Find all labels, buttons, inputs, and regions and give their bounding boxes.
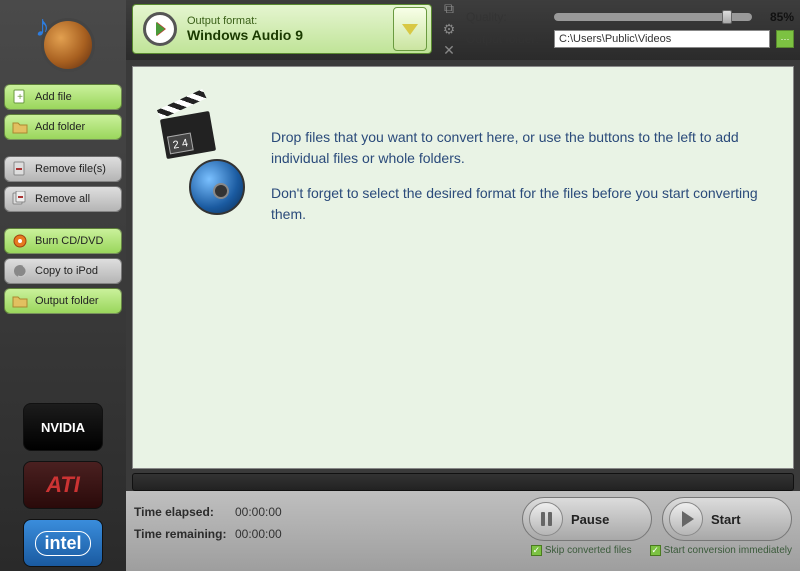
format-value: Windows Audio 9 [187,27,303,43]
pause-icon [529,502,563,536]
pause-button-label: Pause [571,512,609,527]
sidebar-item-label: Remove file(s) [35,163,106,175]
checkbox-label: Start conversion immediately [664,545,792,556]
file-drop-area[interactable]: 2 4 Drop files that you want to convert … [132,66,794,469]
pause-button[interactable]: Pause [522,497,652,541]
folder-icon [11,292,29,310]
time-remaining-label: Time remaining: [134,527,229,541]
format-icon [143,12,177,46]
checkbox-checked-icon: ✓ [531,545,542,556]
sidebar-item-label: Copy to iPod [35,265,98,277]
top-toolbar: Output format: Windows Audio 9 ⧉ ⚙ ✕ Qua… [126,0,800,60]
time-elapsed-value: 00:00:00 [235,505,282,519]
drop-illustration-icon: 2 4 [163,125,253,215]
close-tool-icon[interactable]: ✕ [443,42,455,59]
add-file-icon: + [11,88,29,106]
checkbox-label: Skip converted files [545,545,632,556]
drop-instructions: Drop files that you want to convert here… [271,107,763,239]
sidebar-item-label: Add folder [35,121,85,133]
burn-cd-button[interactable]: Burn CD/DVD [4,228,122,254]
checkbox-checked-icon: ✓ [650,545,661,556]
ati-badge: ATI [23,461,103,509]
start-button-label: Start [711,512,741,527]
progress-bar [132,473,794,491]
remove-all-button[interactable]: Remove all [4,186,122,212]
skip-converted-checkbox[interactable]: ✓ Skip converted files [531,545,632,556]
slider-thumb[interactable] [722,10,732,24]
add-file-button[interactable]: + Add file [4,84,122,110]
badge-label: intel [35,531,90,556]
output-format-selector[interactable]: Output format: Windows Audio 9 [132,4,432,54]
app-logo: ♪ [31,8,95,72]
remove-file-icon [11,160,29,178]
start-immediately-checkbox[interactable]: ✓ Start conversion immediately [650,545,792,556]
add-folder-button[interactable]: Add folder [4,114,122,140]
time-elapsed-label: Time elapsed: [134,505,229,519]
intel-badge: intel [23,519,103,567]
remove-files-button[interactable]: Remove file(s) [4,156,122,182]
chevron-down-icon [402,24,418,35]
settings-gear-icon[interactable]: ⚙ [443,21,456,38]
ipod-icon [11,262,29,280]
remove-all-icon [11,190,29,208]
output-folder-label: Output folder: [466,32,548,46]
quality-slider[interactable] [554,13,752,21]
sidebar-item-label: Remove all [35,193,90,205]
sidebar-item-label: Burn CD/DVD [35,235,103,247]
format-label: Output format: [187,15,303,27]
start-button[interactable]: Start [662,497,792,541]
add-folder-icon [11,118,29,136]
badge-label: NVIDIA [41,420,85,435]
quality-percent: 85% [758,10,794,24]
quality-label: Quality: [466,10,548,24]
svg-text:+: + [17,92,23,103]
music-note-icon: ♪ [35,10,50,44]
browse-folder-button[interactable]: ⋯ [776,30,794,48]
sidebar-item-label: Add file [35,91,72,103]
nvidia-badge: NVIDIA [23,403,103,451]
sidebar-item-label: Output folder [35,295,99,307]
copy-tool-icon[interactable]: ⧉ [444,0,454,17]
bottom-panel: Time elapsed: 00:00:00 Time remaining: 0… [126,491,800,571]
format-dropdown-button[interactable] [393,7,427,51]
copy-to-ipod-button[interactable]: Copy to iPod [4,258,122,284]
sidebar: ♪ + Add file Add folder Remove file(s) [0,0,126,571]
burn-icon [11,232,29,250]
output-folder-input[interactable] [554,30,770,48]
badge-label: ATI [46,472,80,498]
time-remaining-value: 00:00:00 [235,527,282,541]
output-folder-button[interactable]: Output folder [4,288,122,314]
play-icon [669,502,703,536]
